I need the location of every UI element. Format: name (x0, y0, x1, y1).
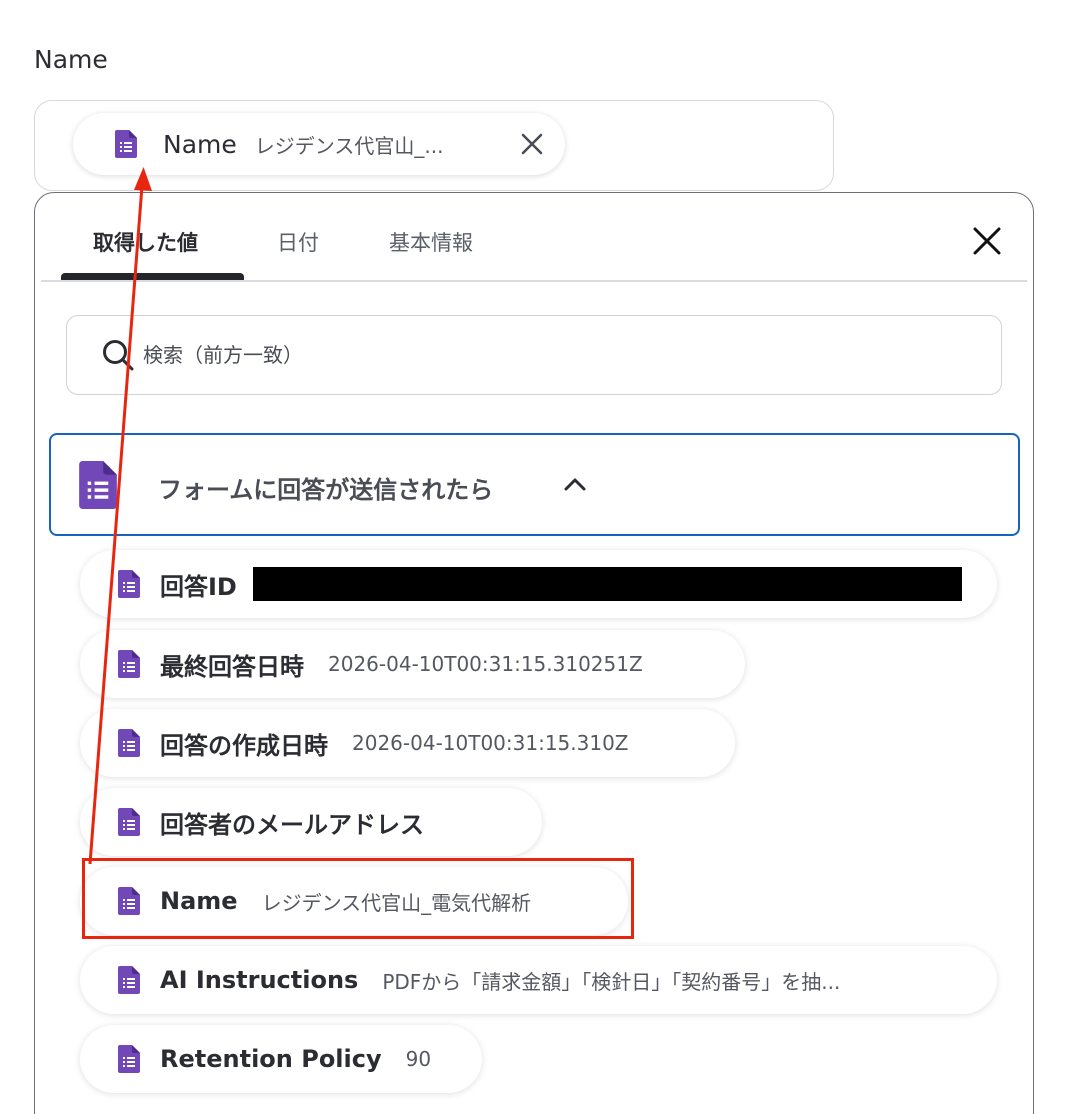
list-item-name[interactable]: Name レジデンス代官山_電気代解析 (80, 867, 628, 935)
name-field[interactable]: Name レジデンス代官山_... (34, 100, 834, 191)
value-picker-panel: 取得した値 日付 基本情報 フォームに回答が送信されたら (34, 192, 1034, 1114)
list-item-last-response-time[interactable]: 最終回答日時 2026-04-10T00:31:15.310251Z (80, 630, 745, 698)
tabs-divider (41, 280, 1027, 282)
item-value: PDFから「請求金額」「検針日」「契約番号」を抽... (382, 969, 841, 994)
selected-value-chip[interactable]: Name レジデンス代官山_... (73, 113, 565, 175)
item-label: 回答ID (160, 572, 237, 601)
tab-fetched-values[interactable]: 取得した値 (93, 227, 198, 257)
search-box[interactable] (66, 315, 1002, 395)
list-item-response-id[interactable]: 回答ID (80, 550, 997, 618)
item-label: 最終回答日時 (160, 652, 304, 681)
item-value: 2026-04-10T00:31:15.310Z (352, 731, 629, 755)
close-icon[interactable] (971, 225, 1003, 257)
item-label: 回答の作成日時 (160, 731, 328, 760)
item-label: 回答者のメールアドレス (160, 810, 424, 839)
google-forms-icon (118, 650, 140, 678)
active-tab-indicator (61, 273, 244, 280)
google-forms-icon (118, 1045, 140, 1073)
google-forms-icon (118, 887, 140, 915)
item-value: レジデンス代官山_電気代解析 (261, 890, 532, 915)
item-label: Retention Policy (160, 1045, 382, 1073)
chip-value: レジデンス代官山_... (254, 133, 444, 158)
tab-date[interactable]: 日付 (277, 227, 319, 257)
chevron-up-icon[interactable] (563, 474, 587, 494)
google-forms-icon (118, 966, 140, 994)
item-value: 2026-04-10T00:31:15.310251Z (328, 652, 643, 676)
list-item-respondent-email[interactable]: 回答者のメールアドレス (80, 788, 542, 856)
field-label: Name (34, 45, 108, 74)
search-input[interactable] (143, 316, 983, 393)
list-item-ai-instructions[interactable]: AI Instructions PDFから「請求金額」「検針日」「契約番号」を抽… (80, 946, 997, 1014)
google-forms-icon (79, 461, 117, 509)
google-forms-icon (118, 808, 140, 836)
tab-basic-info[interactable]: 基本情報 (389, 227, 473, 257)
close-icon[interactable] (519, 131, 545, 157)
google-forms-icon (115, 130, 137, 158)
google-forms-icon (118, 570, 140, 598)
item-label: Name (160, 887, 238, 915)
item-label: AI Instructions (160, 966, 359, 994)
google-forms-icon (118, 729, 140, 757)
section-title: フォームに回答が送信されたら (158, 476, 494, 504)
item-value: 90 (405, 1047, 432, 1071)
section-form-trigger[interactable]: フォームに回答が送信されたら (49, 433, 1020, 536)
redacted-value (252, 567, 962, 601)
search-icon (103, 340, 134, 371)
list-item-created-time[interactable]: 回答の作成日時 2026-04-10T00:31:15.310Z (80, 709, 735, 777)
list-item-retention-policy[interactable]: Retention Policy 90 (80, 1025, 482, 1093)
chip-label: Name (163, 129, 237, 159)
